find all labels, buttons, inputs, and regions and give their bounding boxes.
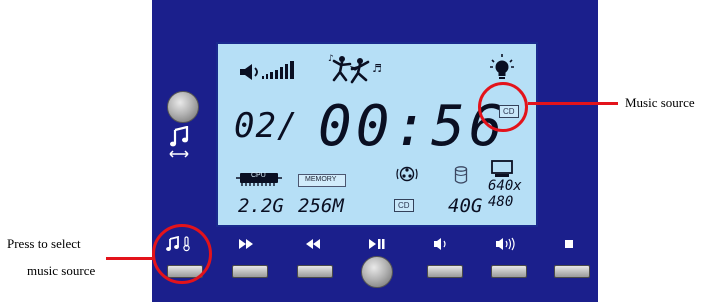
svg-text:♬: ♬ [372,62,382,75]
cd-drive-icon [396,165,418,190]
volume-up-icon[interactable] [489,236,523,255]
press-select-callout-line2: music source [27,263,96,278]
hard-disk-icon [454,166,468,189]
fast-forward-button[interactable] [232,265,268,278]
music-source-callout: Music source [625,95,695,110]
play-pause-icon[interactable] [360,236,394,255]
memory-value: 256M [298,195,344,217]
stop-button[interactable] [554,265,590,278]
resolution-width: 640x [488,178,522,194]
disk-value: 40G [448,195,483,217]
speaker-icon [240,64,262,85]
dancing-figures-icon: ♪ ♬ [328,52,388,91]
music-source-highlight-circle [478,82,528,132]
press-select-callout-line1: Press to select [7,236,81,251]
fast-forward-icon[interactable] [230,236,264,255]
track-number: 02/ [234,106,299,146]
cd-drive-badge: CD [394,199,414,212]
volume-down-icon[interactable] [425,236,459,255]
resolution-height: 480 [488,194,514,210]
rewind-button[interactable] [297,265,333,278]
music-source-callout-line [528,102,618,105]
press-select-callout-line [106,257,154,260]
cpu-value: 2.2G [238,195,284,217]
svg-text:♪: ♪ [328,54,334,64]
cpu-label: CPU [251,172,266,179]
press-select-highlight-circle [152,224,212,284]
rewind-icon[interactable] [295,236,329,255]
volume-down-button[interactable] [427,265,463,278]
memory-label: MEMORY [305,176,337,183]
volume-level-bars-icon [262,60,298,85]
play-pause-knob-button[interactable] [361,256,393,288]
volume-up-button[interactable] [491,265,527,278]
side-knob[interactable] [167,91,199,123]
stop-icon[interactable] [552,236,586,255]
music-transfer-icon[interactable] [168,125,192,160]
lcd-screen: ♪ ♬ 02/ 00:56 CD CPU 2.2G MEMORY 256M CD… [216,42,538,227]
